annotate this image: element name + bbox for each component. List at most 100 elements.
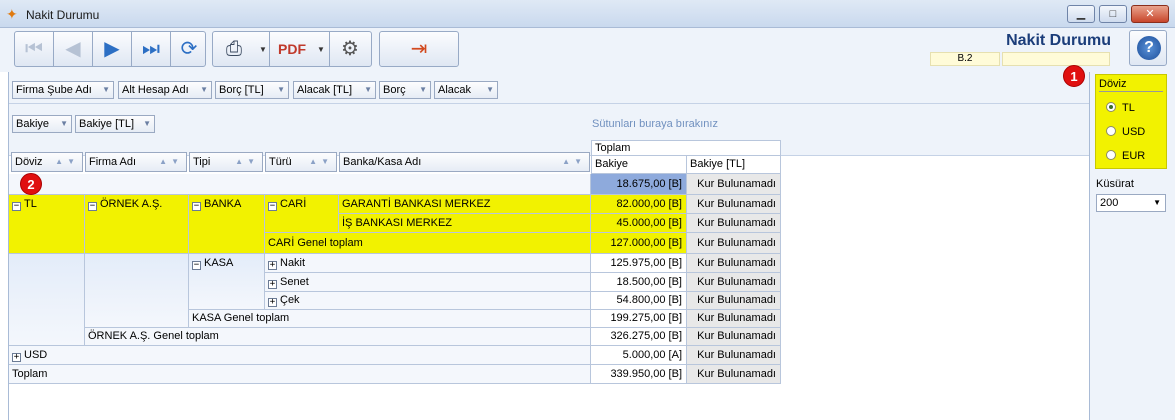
doviz-tl-continuation (9, 254, 85, 346)
banka-name-cell: İŞ BANKASI MERKEZ (339, 214, 591, 233)
collapse-icon[interactable]: − (192, 202, 201, 211)
chevron-down-icon: ▼ (1153, 198, 1161, 207)
column-drop-hint: Sütunları buraya bırakınız (592, 118, 718, 130)
kasa-item-cell[interactable]: + Senet (265, 273, 591, 292)
firma-cell[interactable]: − ÖRNEK A.Ş. (85, 195, 189, 254)
pdf-dropdown-arrow-icon[interactable]: ▼ (317, 45, 325, 54)
code-box: B.2 (930, 52, 1000, 66)
row-header-tipi[interactable]: Tipi ▲▼ (189, 152, 263, 172)
bakiye-cell[interactable]: 82.000,00 [B] (591, 195, 687, 214)
first-record-icon[interactable]: ⏮ (15, 32, 53, 66)
grand-total-label: Toplam (9, 365, 591, 384)
bakiye-tl-cell[interactable]: Kur Bulunamadı (687, 195, 781, 214)
column-group-header: Toplam (591, 140, 781, 156)
kasa-total-label: KASA Genel toplam (189, 310, 591, 328)
bakiye-tl-cell[interactable]: Kur Bulunamadı (687, 292, 781, 310)
firma-continuation (85, 254, 189, 328)
last-record-icon[interactable]: ⏭ (132, 32, 170, 66)
expand-icon[interactable]: + (12, 353, 21, 362)
expand-icon[interactable]: + (268, 261, 277, 270)
cari-total-label: CARİ Genel toplam (265, 233, 591, 254)
exit-group: ⇥ (379, 31, 459, 67)
kasa-item-cell[interactable]: + Çek (265, 292, 591, 310)
doviz-radio-group: Döviz TL USD EUR (1095, 74, 1167, 169)
radio-dot-icon (1106, 150, 1116, 160)
filter-field[interactable]: Borç [TL] ▼ (215, 81, 289, 99)
bakiye-cell[interactable]: 18.675,00 [B] (591, 174, 687, 195)
bakiye-tl-cell[interactable]: Kur Bulunamadı (687, 328, 781, 346)
bakiye-tl-cell[interactable]: Kur Bulunamadı (687, 174, 781, 195)
radio-dot-icon (1106, 126, 1116, 136)
filter-field[interactable]: Alacak ▼ (434, 81, 498, 99)
filter-field-area: Firma Şube Adı ▼ Alt Hesap Adı ▼ Borç [TL]… (9, 72, 1089, 104)
next-record-icon[interactable]: ▶ (93, 32, 131, 66)
data-field-area: Bakiye ▼ Bakiye [TL] ▼ (9, 104, 1089, 156)
settings-icon[interactable]: ⚙ (331, 32, 369, 66)
radio-usd[interactable]: USD (1106, 126, 1145, 138)
data-field[interactable]: Bakiye [TL] ▼ (75, 115, 155, 133)
pdf-save-icon[interactable]: PDF (273, 32, 311, 66)
filter-field[interactable]: Alt Hesap Adı ▼ (118, 81, 212, 99)
bakiye-cell[interactable]: 125.975,00 [B] (591, 254, 687, 273)
bakiye-cell[interactable]: 127.000,00 [B] (591, 233, 687, 254)
value-header-bakiye-tl[interactable]: Bakiye [TL] (687, 156, 781, 174)
collapse-icon[interactable]: − (268, 202, 277, 211)
previous-record-icon[interactable]: ◀ (54, 32, 92, 66)
bakiye-tl-cell[interactable]: Kur Bulunamadı (687, 365, 781, 384)
bakiye-tl-cell[interactable]: Kur Bulunamadı (687, 346, 781, 365)
bakiye-cell[interactable]: 54.800,00 [B] (591, 292, 687, 310)
doviz-tl-cell[interactable]: − TL (9, 195, 85, 254)
row-header-turu[interactable]: Türü ▲▼ (265, 152, 337, 172)
print-icon[interactable]: ⎙ (215, 32, 253, 66)
collapse-icon[interactable]: − (88, 202, 97, 211)
data-field[interactable]: Bakiye ▼ (12, 115, 72, 133)
expand-icon[interactable]: + (268, 280, 277, 289)
bakiye-tl-cell[interactable]: Kur Bulunamadı (687, 214, 781, 233)
expand-icon[interactable]: + (268, 298, 277, 307)
value-header-bakiye[interactable]: Bakiye (591, 156, 687, 174)
window-title: Nakit Durumu (26, 8, 100, 22)
ornek-total-label: ÖRNEK A.Ş. Genel toplam (85, 328, 591, 346)
exit-icon[interactable]: ⇥ (400, 32, 438, 66)
bakiye-cell[interactable]: 339.950,00 [B] (591, 365, 687, 384)
output-group: ⎙ ▼ PDF ▼ ⚙ (212, 31, 372, 67)
filter-field[interactable]: Firma Şube Adı ▼ (12, 81, 114, 99)
turu-cari-cell[interactable]: − CARİ (265, 195, 339, 233)
kasa-item-cell[interactable]: + Nakit (265, 254, 591, 273)
radio-dot-icon (1106, 102, 1116, 112)
filter-field[interactable]: Borç ▼ (379, 81, 431, 99)
close-button[interactable]: ✕ (1131, 5, 1169, 23)
help-button[interactable]: ? (1129, 30, 1167, 66)
doviz-usd-cell[interactable]: + USD (9, 346, 591, 365)
butterfly-app-icon: ✦ (6, 6, 18, 22)
radio-tl[interactable]: TL (1106, 102, 1135, 114)
bakiye-cell[interactable]: 18.500,00 [B] (591, 273, 687, 292)
bakiye-cell[interactable]: 5.000,00 [A] (591, 346, 687, 365)
radio-eur[interactable]: EUR (1106, 150, 1145, 162)
row-header-firma[interactable]: Firma Adı ▲▼ (85, 152, 187, 172)
refresh-icon[interactable]: ⟳ (170, 32, 208, 66)
row-header-banka-kasa[interactable]: Banka/Kasa Adı ▲▼ (339, 152, 590, 172)
bakiye-tl-cell[interactable]: Kur Bulunamadı (687, 310, 781, 328)
print-dropdown-arrow-icon[interactable]: ▼ (259, 45, 267, 54)
collapse-icon[interactable]: − (192, 261, 201, 270)
kusurat-select[interactable]: 200 ▼ (1096, 194, 1166, 212)
collapse-icon[interactable]: − (12, 202, 21, 211)
filter-field[interactable]: Alacak [TL] ▼ (293, 81, 376, 99)
bakiye-cell[interactable]: 199.275,00 [B] (591, 310, 687, 328)
bakiye-tl-cell[interactable]: Kur Bulunamadı (687, 254, 781, 273)
row-header-doviz[interactable]: Döviz ▲▼ (11, 152, 83, 172)
maximize-button[interactable]: □ (1099, 5, 1127, 23)
tipi-banka-cell[interactable]: − BANKA (189, 195, 265, 254)
row-label: R (9, 174, 591, 195)
title-bar: ✦ Nakit Durumu ▁ □ ✕ (0, 0, 1175, 28)
bakiye-tl-cell[interactable]: Kur Bulunamadı (687, 273, 781, 292)
bakiye-cell[interactable]: 45.000,00 [B] (591, 214, 687, 233)
tipi-kasa-cell[interactable]: − KASA (189, 254, 265, 310)
minimize-button[interactable]: ▁ (1067, 5, 1095, 23)
toolbar: ⏮ ◀ ▶ ⏭ ⟳ ⎙ ▼ PDF ▼ ⚙ ⇥ Nakit Durumu B.2… (0, 28, 1175, 72)
annotation-marker-2: 2 (20, 173, 42, 195)
bakiye-cell[interactable]: 326.275,00 [B] (591, 328, 687, 346)
doviz-title: Döviz (1099, 78, 1127, 90)
bakiye-tl-cell[interactable]: Kur Bulunamadı (687, 233, 781, 254)
